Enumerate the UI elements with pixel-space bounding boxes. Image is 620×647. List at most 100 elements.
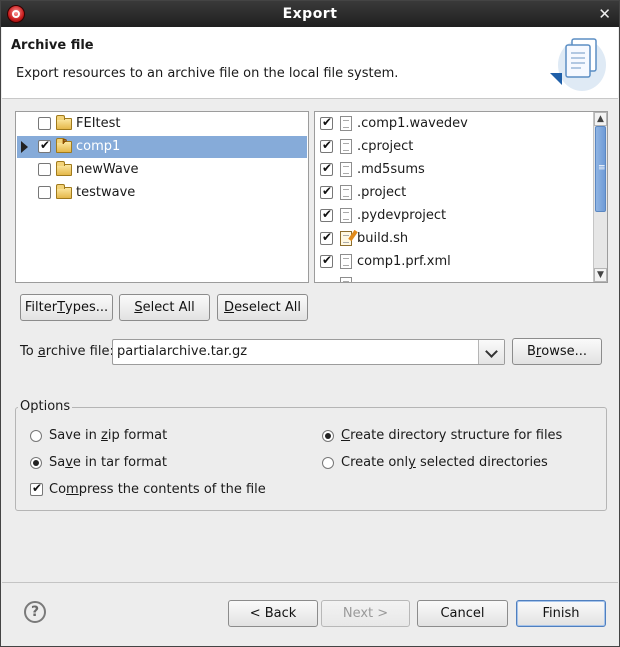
file-checkbox[interactable] xyxy=(320,207,333,222)
button-label: eselect All xyxy=(234,300,301,315)
project-checkbox[interactable] xyxy=(38,163,51,176)
tar-format-radio[interactable] xyxy=(30,457,42,469)
file-checkbox[interactable] xyxy=(320,161,333,176)
project-label: newWave xyxy=(76,162,139,177)
button-label: B xyxy=(526,344,536,359)
create-structure-radio[interactable] xyxy=(322,430,334,442)
file-label: .comp1.wavedev xyxy=(357,116,468,131)
file-item[interactable]: comp1.prf.xml xyxy=(316,251,592,273)
file-list-scrollbar[interactable]: ▲ ▼ xyxy=(593,112,607,282)
project-label: comp1 xyxy=(76,139,121,154)
tree-item-feitest[interactable]: FEItest xyxy=(17,113,307,135)
filter-types-button[interactable]: Filter Types... xyxy=(20,294,113,321)
script-file-icon xyxy=(340,231,352,246)
file-list[interactable]: .comp1.wavedev .cproject .md5sums .proje… xyxy=(314,111,608,283)
compress-checkbox[interactable] xyxy=(30,481,43,496)
file-item[interactable]: build.sh xyxy=(316,228,592,250)
file-item[interactable]: .cproject xyxy=(316,136,592,158)
tree-item-newwave[interactable]: newWave xyxy=(17,159,307,181)
archive-file-combo[interactable]: partialarchive.tar.gz xyxy=(112,339,505,365)
next-button[interactable]: Next > xyxy=(321,600,410,627)
mnemonic: D xyxy=(224,300,235,315)
file-item-partial xyxy=(316,274,592,282)
file-item[interactable]: .pydevproject xyxy=(316,205,592,227)
archive-file-label: To archive file: xyxy=(20,344,114,359)
options-group-title: Options xyxy=(18,399,73,414)
project-tree[interactable]: FEItest P comp1 newWave testwave xyxy=(15,111,309,283)
file-checkbox[interactable] xyxy=(320,138,333,153)
file-checkbox[interactable] xyxy=(320,115,333,130)
selected-only-label[interactable]: Create only selected directories xyxy=(341,455,548,470)
back-button[interactable]: < Back xyxy=(228,600,318,627)
label-text: Save in xyxy=(49,428,102,443)
expand-arrow-icon[interactable] xyxy=(21,141,28,153)
tree-item-testwave[interactable]: testwave xyxy=(17,182,307,204)
scroll-down-icon[interactable]: ▼ xyxy=(594,268,607,282)
close-icon[interactable]: ✕ xyxy=(598,5,611,23)
label-text: Sa xyxy=(49,455,66,470)
project-label: FEItest xyxy=(76,116,121,131)
scrollbar-thumb[interactable] xyxy=(595,126,606,212)
zip-format-radio[interactable] xyxy=(30,430,42,442)
button-label: owse... xyxy=(541,344,588,359)
file-icon xyxy=(340,185,352,200)
file-icon xyxy=(340,139,352,154)
finish-button[interactable]: Finish xyxy=(516,600,606,627)
label-text: selected directories xyxy=(415,455,548,470)
button-label: Filter xyxy=(24,300,58,315)
wizard-header: Archive file Export resources to an arch… xyxy=(2,27,618,99)
project-folder-icon xyxy=(56,161,72,176)
chevron-down-icon[interactable] xyxy=(478,340,504,364)
page-description: Export resources to an archive file on t… xyxy=(16,66,399,81)
file-label: .pydevproject xyxy=(357,208,447,223)
scroll-up-icon[interactable]: ▲ xyxy=(594,112,607,126)
file-icon xyxy=(340,277,352,282)
mnemonic: y xyxy=(408,455,416,470)
export-dialog: Export ✕ Archive file Export resources t… xyxy=(0,0,620,647)
cancel-button[interactable]: Cancel xyxy=(417,600,508,627)
button-label: ypes... xyxy=(65,300,109,315)
tree-item-comp1[interactable]: P comp1 xyxy=(17,136,307,158)
label-text: Create onl xyxy=(341,455,409,470)
label-text: press the contents of the file xyxy=(78,482,266,497)
file-checkbox[interactable] xyxy=(320,230,333,245)
project-folder-icon xyxy=(56,184,72,199)
mnemonic: v xyxy=(65,455,73,470)
label-text: ip format xyxy=(107,428,168,443)
file-label: comp1.prf.xml xyxy=(357,254,451,269)
select-all-button[interactable]: Select All xyxy=(119,294,210,321)
label-text: Co xyxy=(49,482,67,497)
mnemonic: z xyxy=(101,428,108,443)
file-item[interactable]: .project xyxy=(316,182,592,204)
project-checkbox[interactable] xyxy=(38,186,51,199)
label-text: reate directory structure for files xyxy=(350,428,563,443)
export-wizard-banner-icon xyxy=(550,38,606,91)
archive-file-input[interactable]: partialarchive.tar.gz xyxy=(117,344,247,359)
title-bar[interactable]: Export ✕ xyxy=(1,1,619,27)
tar-format-label[interactable]: Save in tar format xyxy=(49,455,167,470)
file-checkbox[interactable] xyxy=(320,253,333,268)
create-structure-label[interactable]: Create directory structure for files xyxy=(341,428,562,443)
project-checkbox[interactable] xyxy=(38,138,51,153)
file-checkbox[interactable] xyxy=(320,184,333,199)
selected-only-radio[interactable] xyxy=(322,457,334,469)
browse-button[interactable]: Br owse... xyxy=(512,338,602,365)
label-text: e in tar format xyxy=(72,455,167,470)
page-title: Archive file xyxy=(11,38,94,53)
deselect-all-button[interactable]: Deselect All xyxy=(217,294,308,321)
file-label: build.sh xyxy=(357,231,409,246)
mnemonic: S xyxy=(134,300,143,315)
button-label: elect All xyxy=(142,300,195,315)
footer-separator xyxy=(2,582,618,583)
file-item[interactable]: .md5sums xyxy=(316,159,592,181)
file-label: .md5sums xyxy=(357,162,425,177)
label-text: To xyxy=(20,344,38,359)
help-icon[interactable]: ? xyxy=(24,601,46,623)
file-item[interactable]: .comp1.wavedev xyxy=(316,113,592,135)
zip-format-label[interactable]: Save in zip format xyxy=(49,428,167,443)
mnemonic: m xyxy=(66,482,79,497)
mnemonic: a xyxy=(37,344,46,359)
compress-label[interactable]: Compress the contents of the file xyxy=(49,482,266,497)
file-icon xyxy=(340,116,352,131)
project-checkbox[interactable] xyxy=(38,117,51,130)
